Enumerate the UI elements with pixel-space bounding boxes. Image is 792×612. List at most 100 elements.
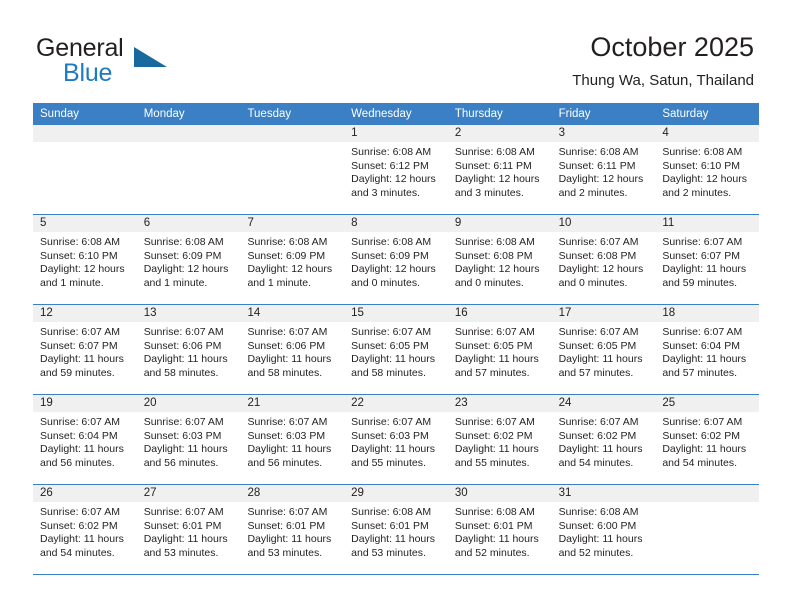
daylight-text: Daylight: 11 hours and 56 minutes. — [143, 443, 228, 469]
daylight-text: Daylight: 11 hours and 53 minutes. — [351, 533, 436, 559]
day-details: Sunrise: 6:07 AM Sunset: 6:07 PM Dayligh… — [33, 322, 137, 380]
calendar-day-cell[interactable]: 31 Sunrise: 6:08 AM Sunset: 6:00 PM Dayl… — [551, 485, 656, 574]
calendar-page: General Blue October 2025 Thung Wa, Satu… — [0, 0, 792, 612]
calendar-day-cell[interactable]: 30 Sunrise: 6:08 AM Sunset: 6:01 PM Dayl… — [447, 485, 552, 574]
sunrise-text: Sunrise: 6:07 AM — [351, 416, 432, 428]
day-number: 24 — [551, 395, 656, 412]
sunset-text: Sunset: 6:08 PM — [454, 249, 533, 262]
calendar-week-row: 1 Sunrise: 6:08 AM Sunset: 6:12 PM Dayli… — [33, 125, 760, 215]
sunset-text: Sunset: 6:01 PM — [247, 519, 326, 532]
day-number: 26 — [33, 485, 137, 502]
day-details — [655, 502, 759, 506]
calendar-day-cell[interactable]: 2 Sunrise: 6:08 AM Sunset: 6:11 PM Dayli… — [447, 125, 552, 214]
calendar-day-cell[interactable]: 12 Sunrise: 6:07 AM Sunset: 6:07 PM Dayl… — [33, 305, 137, 394]
calendar-day-cell[interactable]: 7 Sunrise: 6:08 AM Sunset: 6:09 PM Dayli… — [240, 215, 345, 304]
sunrise-text: Sunrise: 6:08 AM — [558, 506, 639, 518]
day-number: 6 — [136, 215, 241, 232]
day-number: 30 — [447, 485, 552, 502]
calendar-day-cell[interactable] — [33, 125, 137, 214]
day-details: Sunrise: 6:07 AM Sunset: 6:02 PM Dayligh… — [33, 502, 137, 560]
day-number: 29 — [344, 485, 448, 502]
calendar-day-cell[interactable]: 21 Sunrise: 6:07 AM Sunset: 6:03 PM Dayl… — [240, 395, 345, 484]
calendar-day-cell[interactable]: 19 Sunrise: 6:07 AM Sunset: 6:04 PM Dayl… — [33, 395, 137, 484]
calendar-day-cell[interactable]: 10 Sunrise: 6:07 AM Sunset: 6:08 PM Dayl… — [551, 215, 656, 304]
day-number: 21 — [240, 395, 345, 412]
calendar-day-cell[interactable]: 3 Sunrise: 6:08 AM Sunset: 6:11 PM Dayli… — [551, 125, 656, 214]
daylight-text: Daylight: 11 hours and 53 minutes. — [143, 533, 228, 559]
daylight-text: Daylight: 12 hours and 0 minutes. — [351, 263, 436, 289]
sunrise-text: Sunrise: 6:07 AM — [662, 326, 743, 338]
daylight-text: Daylight: 12 hours and 2 minutes. — [558, 173, 644, 199]
calendar-day-cell[interactable]: 13 Sunrise: 6:07 AM Sunset: 6:06 PM Dayl… — [136, 305, 241, 394]
day-details: Sunrise: 6:08 AM Sunset: 6:09 PM Dayligh… — [137, 232, 241, 290]
day-number: 13 — [136, 305, 241, 322]
calendar-day-cell[interactable]: 24 Sunrise: 6:07 AM Sunset: 6:02 PM Dayl… — [551, 395, 656, 484]
day-header-wednesday: Wednesday — [351, 108, 412, 120]
calendar-day-cell[interactable]: 17 Sunrise: 6:07 AM Sunset: 6:05 PM Dayl… — [551, 305, 656, 394]
day-header-sunday: Sunday — [40, 108, 80, 120]
day-number: 4 — [655, 125, 760, 142]
sunrise-text: Sunrise: 6:07 AM — [454, 326, 535, 338]
sunrise-text: Sunrise: 6:07 AM — [40, 416, 120, 428]
sunrise-text: Sunrise: 6:08 AM — [351, 506, 432, 518]
sunset-text: Sunset: 6:12 PM — [351, 159, 429, 172]
sunset-text: Sunset: 6:08 PM — [558, 249, 637, 262]
sunrise-text: Sunrise: 6:07 AM — [558, 236, 639, 248]
calendar-day-cell[interactable]: 1 Sunrise: 6:08 AM Sunset: 6:12 PM Dayli… — [344, 125, 448, 214]
calendar-day-cell[interactable]: 9 Sunrise: 6:08 AM Sunset: 6:08 PM Dayli… — [447, 215, 552, 304]
calendar-day-cell[interactable]: 28 Sunrise: 6:07 AM Sunset: 6:01 PM Dayl… — [240, 485, 345, 574]
day-number: 25 — [655, 395, 760, 412]
calendar-day-cell[interactable]: 26 Sunrise: 6:07 AM Sunset: 6:02 PM Dayl… — [33, 485, 137, 574]
day-number: 17 — [551, 305, 656, 322]
sunset-text: Sunset: 6:10 PM — [662, 159, 740, 172]
day-number: 10 — [551, 215, 656, 232]
calendar-day-cell[interactable]: 22 Sunrise: 6:07 AM Sunset: 6:03 PM Dayl… — [344, 395, 448, 484]
calendar-day-cell[interactable]: 23 Sunrise: 6:07 AM Sunset: 6:02 PM Dayl… — [447, 395, 552, 484]
day-details: Sunrise: 6:08 AM Sunset: 6:12 PM Dayligh… — [344, 142, 448, 200]
calendar-day-cell[interactable]: 25 Sunrise: 6:07 AM Sunset: 6:02 PM Dayl… — [655, 395, 760, 484]
day-details: Sunrise: 6:07 AM Sunset: 6:05 PM Dayligh… — [344, 322, 448, 380]
sunset-text: Sunset: 6:03 PM — [247, 429, 326, 442]
calendar-day-cell[interactable]: 14 Sunrise: 6:07 AM Sunset: 6:06 PM Dayl… — [240, 305, 345, 394]
daylight-text: Daylight: 12 hours and 3 minutes. — [454, 173, 540, 199]
calendar-day-cell[interactable]: 5 Sunrise: 6:08 AM Sunset: 6:10 PM Dayli… — [33, 215, 137, 304]
day-number: 19 — [33, 395, 137, 412]
day-details: Sunrise: 6:08 AM Sunset: 6:08 PM Dayligh… — [448, 232, 552, 290]
sunset-text: Sunset: 6:10 PM — [40, 249, 118, 262]
daylight-text: Daylight: 12 hours and 1 minute. — [143, 263, 229, 289]
sunrise-text: Sunrise: 6:08 AM — [454, 236, 535, 248]
sunset-text: Sunset: 6:02 PM — [454, 429, 533, 442]
calendar-day-cell[interactable]: 15 Sunrise: 6:07 AM Sunset: 6:05 PM Dayl… — [344, 305, 448, 394]
day-details: Sunrise: 6:08 AM Sunset: 6:09 PM Dayligh… — [344, 232, 448, 290]
sunrise-text: Sunrise: 6:08 AM — [454, 146, 535, 158]
day-details: Sunrise: 6:07 AM Sunset: 6:03 PM Dayligh… — [137, 412, 241, 470]
day-number: 31 — [551, 485, 656, 502]
calendar-day-cell[interactable]: 18 Sunrise: 6:07 AM Sunset: 6:04 PM Dayl… — [655, 305, 760, 394]
calendar-day-cell[interactable]: 16 Sunrise: 6:07 AM Sunset: 6:05 PM Dayl… — [447, 305, 552, 394]
daylight-text: Daylight: 11 hours and 54 minutes. — [40, 533, 124, 559]
day-number: 18 — [655, 305, 760, 322]
day-details: Sunrise: 6:07 AM Sunset: 6:04 PM Dayligh… — [33, 412, 137, 470]
sunset-text: Sunset: 6:05 PM — [558, 339, 637, 352]
day-number — [655, 485, 760, 502]
calendar-week-row: 12 Sunrise: 6:07 AM Sunset: 6:07 PM Dayl… — [33, 305, 760, 395]
calendar-day-cell[interactable]: 6 Sunrise: 6:08 AM Sunset: 6:09 PM Dayli… — [136, 215, 241, 304]
sunset-text: Sunset: 6:05 PM — [454, 339, 533, 352]
calendar-week-row: 5 Sunrise: 6:08 AM Sunset: 6:10 PM Dayli… — [33, 215, 760, 305]
daylight-text: Daylight: 11 hours and 58 minutes. — [351, 353, 436, 379]
calendar-day-cell[interactable]: 29 Sunrise: 6:08 AM Sunset: 6:01 PM Dayl… — [344, 485, 448, 574]
calendar-day-cell[interactable] — [655, 485, 760, 574]
calendar-day-cell[interactable]: 20 Sunrise: 6:07 AM Sunset: 6:03 PM Dayl… — [136, 395, 241, 484]
day-details — [33, 142, 137, 146]
calendar-day-cell[interactable]: 8 Sunrise: 6:08 AM Sunset: 6:09 PM Dayli… — [344, 215, 448, 304]
calendar-day-cell[interactable]: 4 Sunrise: 6:08 AM Sunset: 6:10 PM Dayli… — [655, 125, 760, 214]
calendar-day-cell[interactable] — [240, 125, 345, 214]
calendar-day-cell[interactable]: 11 Sunrise: 6:07 AM Sunset: 6:07 PM Dayl… — [655, 215, 760, 304]
page-title: October 2025 — [590, 32, 754, 62]
sunset-text: Sunset: 6:11 PM — [454, 159, 532, 172]
calendar-day-cell[interactable] — [136, 125, 241, 214]
day-details: Sunrise: 6:07 AM Sunset: 6:08 PM Dayligh… — [552, 232, 656, 290]
daylight-text: Daylight: 11 hours and 59 minutes. — [40, 353, 124, 379]
calendar-day-cell[interactable]: 27 Sunrise: 6:07 AM Sunset: 6:01 PM Dayl… — [136, 485, 241, 574]
sunset-text: Sunset: 6:07 PM — [40, 339, 118, 352]
